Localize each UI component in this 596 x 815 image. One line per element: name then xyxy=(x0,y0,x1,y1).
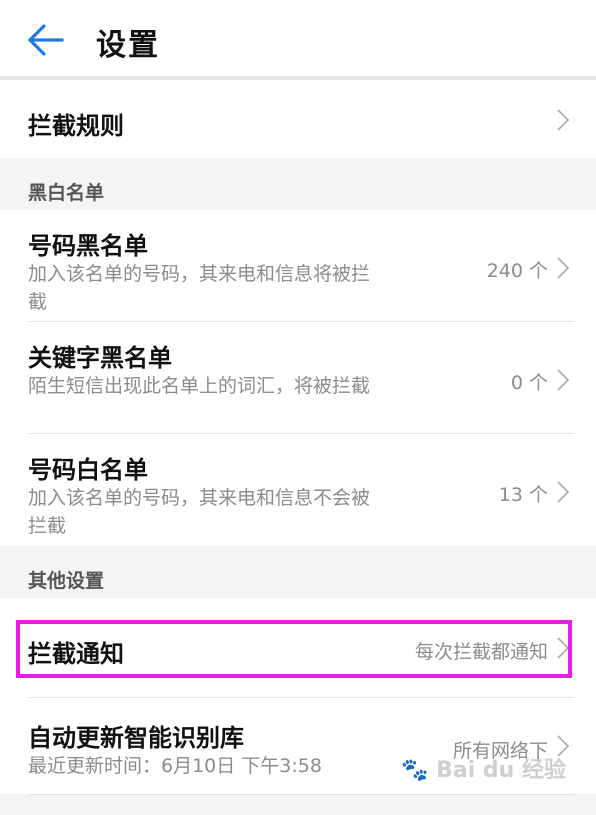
chevron-right-icon xyxy=(557,481,570,503)
watermark: 🐾 Bai du 经验 xyxy=(401,752,566,784)
chevron-right-icon xyxy=(557,369,570,391)
row-divider xyxy=(28,794,574,795)
chevron-right-icon xyxy=(557,637,570,659)
number-whitelist-description: 加入该名单的号码，其来电和信息不会被拦截 xyxy=(28,487,371,537)
keyword-blacklist-row[interactable]: 关键字黑名单 陌生短信出现此名单上的词汇，将被拦截 0 个 xyxy=(0,322,596,434)
chevron-right-icon xyxy=(557,257,570,279)
intercept-notification-label: 拦截通知 xyxy=(28,640,124,668)
keyword-blacklist-description: 陌生短信出现此名单上的词汇，将被拦截 xyxy=(28,375,371,397)
intercept-rules-label: 拦截规则 xyxy=(28,112,124,140)
chevron-right-icon xyxy=(557,109,570,131)
arrow-left-icon xyxy=(28,24,64,56)
number-whitelist-row[interactable]: 号码白名单 加入该名单的号码，其来电和信息不会被拦截 13 个 xyxy=(0,434,596,546)
keyword-blacklist-count: 0 个 xyxy=(510,372,548,394)
number-whitelist-count: 13 个 xyxy=(498,484,548,506)
number-blacklist-row[interactable]: 号码黑名单 加入该名单的号码，其来电和信息将被拦截 240 个 xyxy=(0,210,596,322)
intercept-notification-value: 每次拦截都通知 xyxy=(414,641,548,663)
number-blacklist-count: 240 个 xyxy=(486,260,548,282)
page-title: 设置 xyxy=(96,28,160,63)
number-blacklist-label: 号码黑名单 xyxy=(28,232,148,260)
number-whitelist-label: 号码白名单 xyxy=(28,456,148,484)
intercept-rules-row[interactable]: 拦截规则 xyxy=(0,80,596,158)
section-header-blackwhite: 黑白名单 xyxy=(28,182,105,204)
top-app-bar: 设置 xyxy=(0,0,596,76)
number-blacklist-description: 加入该名单的号码，其来电和信息将被拦截 xyxy=(28,263,371,313)
intercept-notification-row[interactable]: 拦截通知 每次拦截都通知 xyxy=(0,598,596,698)
auto-update-label: 自动更新智能识别库 xyxy=(28,724,244,752)
section-header-other: 其他设置 xyxy=(28,570,105,592)
watermark-text: Bai du 经验 xyxy=(436,758,566,783)
keyword-blacklist-label: 关键字黑名单 xyxy=(28,344,172,372)
auto-update-last-time: 最近更新时间：6月10日 下午3:58 xyxy=(28,755,322,777)
paw-logo-icon: 🐾 xyxy=(401,758,429,783)
back-button[interactable] xyxy=(26,22,66,58)
